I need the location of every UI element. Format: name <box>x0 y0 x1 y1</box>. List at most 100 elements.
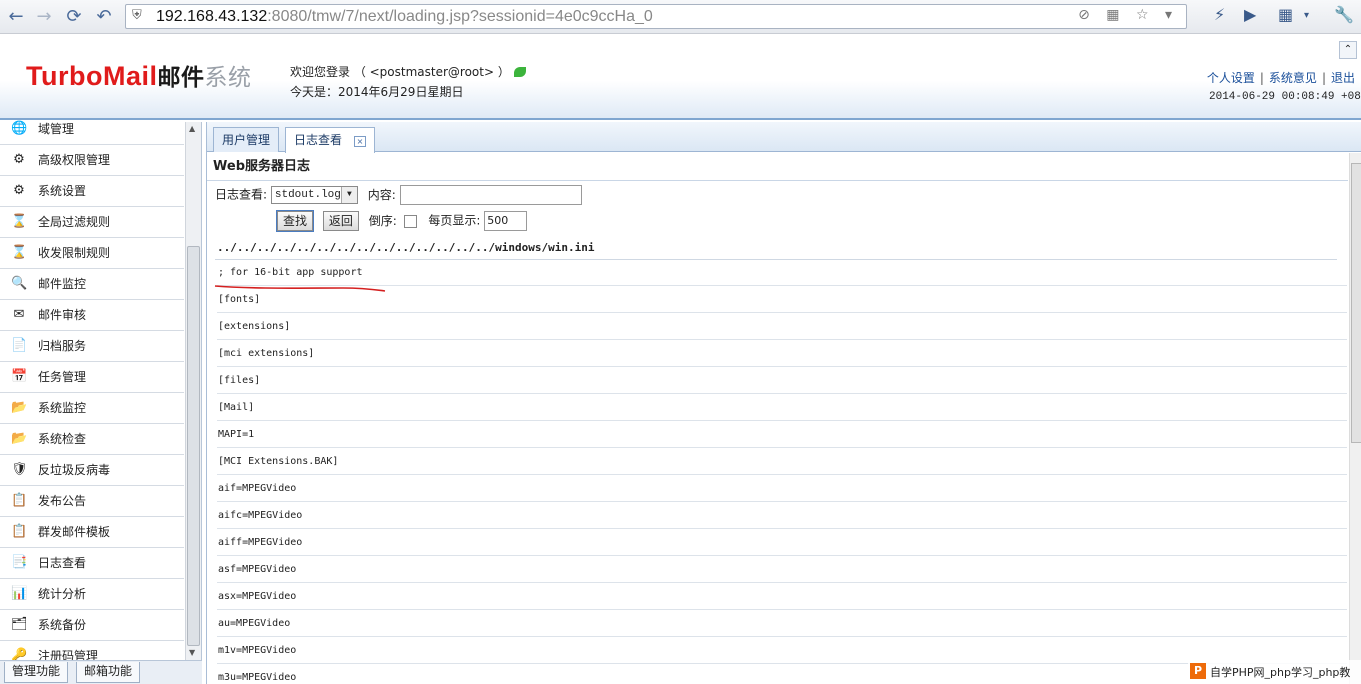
watermark-text: 自学PHP网_php学习_php教 <box>1210 666 1351 679</box>
sidebar-item-label: 任务管理 <box>38 370 87 384</box>
sidebar-item-label: 邮件监控 <box>38 277 87 291</box>
address-bar-icons[interactable]: ⊘ ▦ ☆ ▾ <box>1078 7 1178 23</box>
status-leaf-icon <box>513 67 526 77</box>
site-watermark: P 自学PHP网_php学习_php教 <box>1188 660 1361 684</box>
chevron-down-icon[interactable]: ▾ <box>1304 10 1309 21</box>
log-line: [MCI Extensions.BAK] <box>217 448 1347 475</box>
tab-log-viewer[interactable]: 日志查看 × <box>285 127 376 153</box>
scroll-down-icon[interactable]: ▼ <box>189 648 195 657</box>
shield-icon: ⛨ <box>132 8 142 23</box>
menu-icon: 📄 <box>11 338 28 353</box>
sidebar-item[interactable]: 📋 发布公告 <box>0 486 184 517</box>
menu-icon: ⌛ <box>11 245 28 260</box>
app-header: TurboMail邮件系统 欢迎您登录 （ <postmaster@root> … <box>0 35 1361 120</box>
sidebar-item-label: 高级权限管理 <box>38 153 111 167</box>
sidebar-scroll-thumb[interactable] <box>187 246 200 646</box>
log-file-select[interactable]: stdout.log ▼ <box>270 186 358 204</box>
search-button[interactable]: 查找 <box>275 210 315 232</box>
sidebar-item-label: 发布公告 <box>38 494 87 508</box>
tab-admin-functions[interactable]: 管理功能 <box>4 662 69 683</box>
menu-icon: 🌐 <box>11 121 28 136</box>
sidebar-tabs: 管理功能 邮箱功能 <box>0 660 202 684</box>
sidebar-item-label: 系统备份 <box>38 618 87 632</box>
wrench-icon[interactable]: 🔧 <box>1334 5 1354 24</box>
action-row: 查找 返回 倒序: 每页显示: 500 <box>275 210 528 232</box>
menu-icon: ⌛ <box>11 214 28 229</box>
tab-mailbox-functions[interactable]: 邮箱功能 <box>76 662 141 683</box>
sidebar-item[interactable]: 🛡 反垃圾反病毒 <box>0 455 184 486</box>
chevron-down-icon[interactable]: ▼ <box>340 187 357 203</box>
menu-icon: 🛡 <box>11 462 28 477</box>
menu-icon: 📑 <box>11 555 28 570</box>
lightning-icon[interactable]: ⚡ <box>1214 5 1225 24</box>
main-scroll-thumb[interactable] <box>1351 163 1361 443</box>
reverse-checkbox[interactable] <box>403 214 417 228</box>
apps-icon[interactable]: ▦ <box>1278 5 1293 24</box>
menu-icon: 🔍 <box>11 276 28 291</box>
sidebar-item[interactable]: ⚙ 系统设置 <box>0 176 184 207</box>
sidebar-item[interactable]: 📂 系统检查 <box>0 424 184 455</box>
content-search-input[interactable] <box>399 185 582 205</box>
sidebar-item[interactable]: 📑 日志查看 <box>0 548 184 579</box>
page-title: Web服务器日志 <box>213 159 310 174</box>
sidebar-item[interactable]: ⚙ 高级权限管理 <box>0 145 184 176</box>
red-underline-annotation <box>214 285 386 292</box>
sidebar-item[interactable]: 📋 群发邮件模板 <box>0 517 184 548</box>
sidebar-menu: 🌐 域管理 ⚙ 高级权限管理 ⚙ 系统设置 ⌛ 全局过滤规则 ⌛ 收发限制规则 🔍 邮件监控 ✉ 邮件审核… <box>0 114 184 672</box>
undo-icon[interactable]: ↶ <box>92 5 116 29</box>
main-panel: 用户管理 日志查看 × Web服务器日志 日志查看: stdout.log ▼ 内容… <box>206 122 1361 684</box>
sidebar-item[interactable]: 📊 统计分析 <box>0 579 184 610</box>
play-icon[interactable]: ▶ <box>1244 5 1256 24</box>
menu-icon: 📅 <box>11 369 28 384</box>
logout-link[interactable]: 退出 <box>1331 71 1355 85</box>
menu-icon: ⚙ <box>13 152 25 167</box>
back-button[interactable]: 返回 <box>322 211 359 231</box>
filter-row: 日志查看: stdout.log ▼ 内容: <box>215 185 582 205</box>
sidebar-item[interactable]: 🗂 系统备份 <box>0 610 184 641</box>
close-icon[interactable]: × <box>354 136 367 147</box>
sidebar-item-label: 域管理 <box>38 122 75 136</box>
log-lines: ; for 16-bit app support [fonts] [extensio… <box>217 259 1347 684</box>
log-line: asf=MPEGVideo <box>217 556 1347 583</box>
log-line: [extensions] <box>217 313 1347 340</box>
sidebar-item-label: 日志查看 <box>38 556 87 570</box>
tab-user-management[interactable]: 用户管理 <box>213 127 280 152</box>
sidebar-item-label: 统计分析 <box>38 587 87 601</box>
sidebar-item[interactable]: ⌛ 收发限制规则 <box>0 238 184 269</box>
forward-icon[interactable]: → <box>32 5 56 29</box>
log-line: aiff=MPEGVideo <box>217 529 1347 556</box>
log-line: [Mail] <box>217 394 1347 421</box>
log-content: Web服务器日志 日志查看: stdout.log ▼ 内容: 查找 返回 倒序:… <box>207 153 1348 684</box>
sidebar-item[interactable]: 🔍 邮件监控 <box>0 269 184 300</box>
address-bar[interactable]: ⛨ 192.168.43.132:8080/tmw/7/next/loading… <box>125 4 1187 29</box>
log-line: m1v=MPEGVideo <box>217 637 1347 664</box>
back-icon[interactable]: ← <box>4 5 28 29</box>
log-line: [mci extensions] <box>217 340 1347 367</box>
tab-bar: 用户管理 日志查看 × <box>207 122 1361 153</box>
title-divider <box>207 180 1348 181</box>
sidebar-item[interactable]: 📅 任务管理 <box>0 362 184 393</box>
sidebar-item[interactable]: ⌛ 全局过滤规则 <box>0 207 184 238</box>
page-size-input[interactable]: 500 <box>484 211 528 231</box>
logo: TurboMail邮件系统 <box>26 61 252 91</box>
main-scrollbar[interactable] <box>1349 153 1361 684</box>
browser-toolbar: ← → ⟳ ↶ ⛨ 192.168.43.132:8080/tmw/7/next… <box>0 0 1361 34</box>
system-feedback-link[interactable]: 系统意见 <box>1269 71 1317 85</box>
sidebar-item[interactable]: 📂 系统监控 <box>0 393 184 424</box>
page-size-label: 每页显示: <box>428 213 481 228</box>
welcome-text: 欢迎您登录 （ <postmaster@root> ） <box>290 63 526 80</box>
sidebar-item[interactable]: 🌐 域管理 <box>0 114 184 145</box>
log-line: [files] <box>217 367 1347 394</box>
sidebar-item[interactable]: ✉ 邮件审核 <box>0 300 184 331</box>
sidebar-item-label: 系统设置 <box>38 184 87 198</box>
scroll-up-icon[interactable]: ▲ <box>189 124 195 133</box>
menu-icon: 🗂 <box>11 617 28 632</box>
clock: 2014-06-29 00:08:49 +0800 <box>1209 91 1361 103</box>
content-label: 内容: <box>367 187 396 202</box>
sidebar-scrollbar[interactable]: ▲ ▼ <box>185 122 201 660</box>
log-line: au=MPEGVideo <box>217 610 1347 637</box>
collapse-header-icon[interactable]: ⌃ <box>1339 41 1357 59</box>
reload-icon[interactable]: ⟳ <box>62 5 86 29</box>
personal-settings-link[interactable]: 个人设置 <box>1207 71 1255 85</box>
sidebar-item[interactable]: 📄 归档服务 <box>0 331 184 362</box>
